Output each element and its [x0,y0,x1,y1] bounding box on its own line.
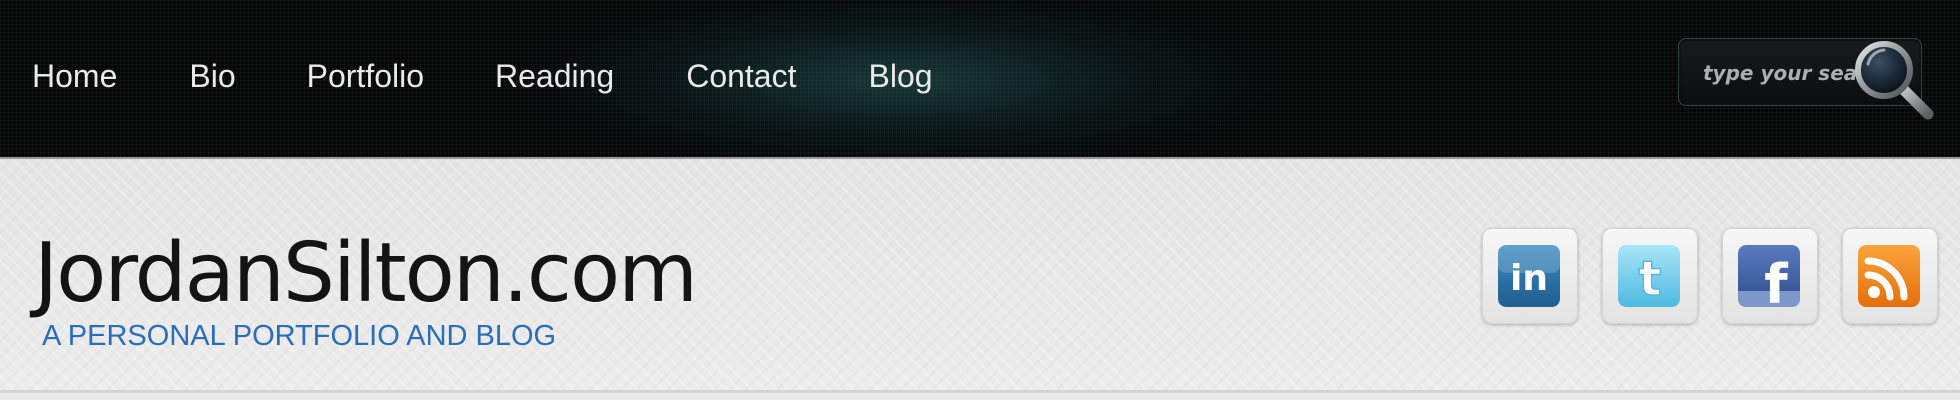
facebook-icon: f [1738,245,1800,307]
linkedin-glyph: in [1510,258,1548,299]
nav-item-reading[interactable]: Reading [495,52,614,100]
nav-item-home[interactable]: Home [32,52,117,100]
linkedin-icon: in [1498,245,1560,307]
twitter-icon: t [1618,245,1680,307]
rss-link[interactable] [1842,228,1938,324]
site-tagline: A PERSONAL PORTFOLIO AND BLOG [42,320,557,352]
nav-item-blog[interactable]: Blog [868,52,932,100]
nav-item-portfolio[interactable]: Portfolio [307,52,424,100]
rss-icon [1858,245,1920,307]
linkedin-link[interactable]: in [1482,228,1578,324]
top-navigation-bar: Home Bio Portfolio Reading Contact Blog [0,0,1960,159]
twitter-glyph: t [1639,251,1662,307]
twitter-link[interactable]: t [1602,228,1698,324]
main-nav: Home Bio Portfolio Reading Contact Blog [32,52,933,100]
facebook-glyph: f [1764,253,1788,307]
search-icon[interactable] [1850,36,1940,126]
nav-item-contact[interactable]: Contact [686,52,796,100]
facebook-link[interactable]: f [1722,228,1818,324]
site-title[interactable]: JordanSilton.com [34,229,698,319]
nav-item-bio[interactable]: Bio [189,52,235,100]
